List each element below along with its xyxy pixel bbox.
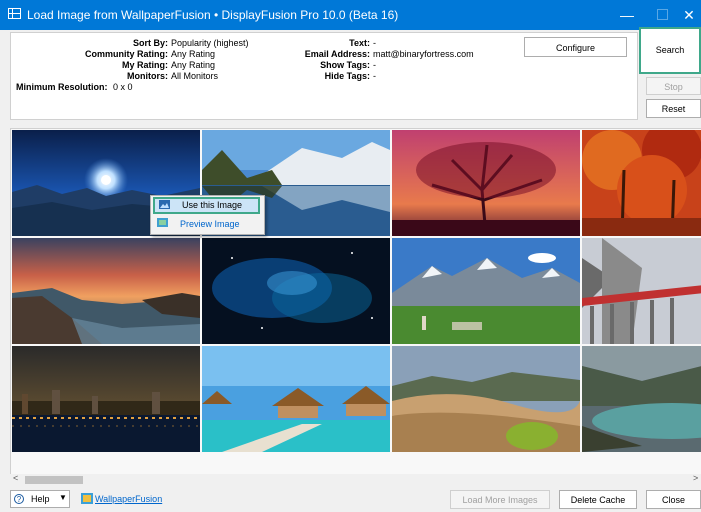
wallpaper-thumb-tropical-huts[interactable] [202, 346, 390, 452]
title-bar: Load Image from WallpaperFusion • Displa… [0, 0, 701, 30]
delete-cache-button[interactable]: Delete Cache [559, 490, 637, 509]
preview-image-label: Preview Image [180, 219, 240, 229]
image-gallery [10, 128, 701, 475]
chevron-down-icon: ▼ [59, 493, 67, 502]
use-this-image-label: Use this Image [182, 200, 243, 210]
maximize-icon [656, 9, 668, 20]
scroll-left-icon[interactable]: < [13, 473, 18, 483]
close-window-button[interactable]: ✕ [672, 0, 701, 30]
sort-by-label: Sort By: [132, 38, 168, 48]
bottom-toolbar: ? Help ▼ WallpaperFusion Load More Image… [0, 486, 701, 512]
horizontal-scrollbar[interactable]: < > [10, 473, 701, 486]
wallpaper-thumb-desert-dunes[interactable] [392, 346, 580, 452]
search-button[interactable]: Search [639, 27, 701, 74]
email-value: matt@binaryfortress.com [373, 49, 474, 59]
min-resolution-label: Minimum Resolution: [16, 82, 108, 92]
hide-tags-label: Hide Tags: [324, 71, 370, 81]
wallpaper-thumb-rocky-sunset[interactable] [12, 238, 200, 344]
preview-icon [157, 218, 168, 227]
question-circle-icon: ? [14, 494, 24, 504]
my-rating-value: Any Rating [171, 60, 216, 70]
image-icon [159, 200, 170, 209]
reset-button[interactable]: Reset [646, 99, 701, 118]
help-button[interactable]: ? Help ▼ [10, 490, 70, 508]
wallpaper-thumb-mountain-village[interactable] [392, 238, 580, 344]
minimize-button[interactable]: — [610, 0, 644, 30]
close-button[interactable]: Close [646, 490, 701, 509]
wallpaper-thumb-snow-train-bridge[interactable] [582, 238, 701, 344]
scroll-right-icon[interactable]: > [693, 473, 698, 483]
configure-button[interactable]: Configure [524, 37, 627, 57]
preview-image-menu-item[interactable]: Preview Image [153, 216, 260, 233]
wallpaper-thumb-mountain-lake[interactable] [582, 346, 701, 452]
wallpaper-thumb-nebula[interactable] [202, 238, 390, 344]
wallpaperfusion-link[interactable]: WallpaperFusion [80, 494, 162, 504]
wallpaper-thumb-city-night[interactable] [12, 346, 200, 452]
wallpaper-thumb-autumn-forest[interactable] [582, 130, 701, 236]
text-value: - [373, 38, 376, 48]
stop-button[interactable]: Stop [646, 77, 701, 95]
show-tags-label: Show Tags: [320, 60, 370, 70]
monitors-label: Monitors: [127, 71, 168, 81]
search-criteria-panel: Sort By: Popularity (highest) Community … [10, 32, 638, 120]
app-icon [8, 8, 21, 19]
text-label: Text: [349, 38, 370, 48]
wallpaper-thumb-red-tree[interactable] [392, 130, 580, 236]
show-tags-value: - [373, 60, 376, 70]
min-resolution-value: 0 x 0 [113, 82, 133, 92]
load-more-images-button[interactable]: Load More Images [450, 490, 550, 509]
community-rating-label: Community Rating: [85, 49, 168, 59]
window-title: Load Image from WallpaperFusion • Displa… [27, 8, 399, 22]
community-rating-value: Any Rating [171, 49, 216, 59]
help-label: Help [31, 494, 50, 504]
use-this-image-menu-item[interactable]: Use this Image [153, 197, 260, 214]
hide-tags-value: - [373, 71, 376, 81]
email-label: Email Address: [304, 49, 370, 59]
scrollbar-thumb[interactable] [25, 476, 83, 484]
wallpaperfusion-link-label: WallpaperFusion [95, 494, 163, 504]
context-menu: Use this Image Preview Image [150, 195, 265, 235]
my-rating-label: My Rating: [122, 60, 168, 70]
